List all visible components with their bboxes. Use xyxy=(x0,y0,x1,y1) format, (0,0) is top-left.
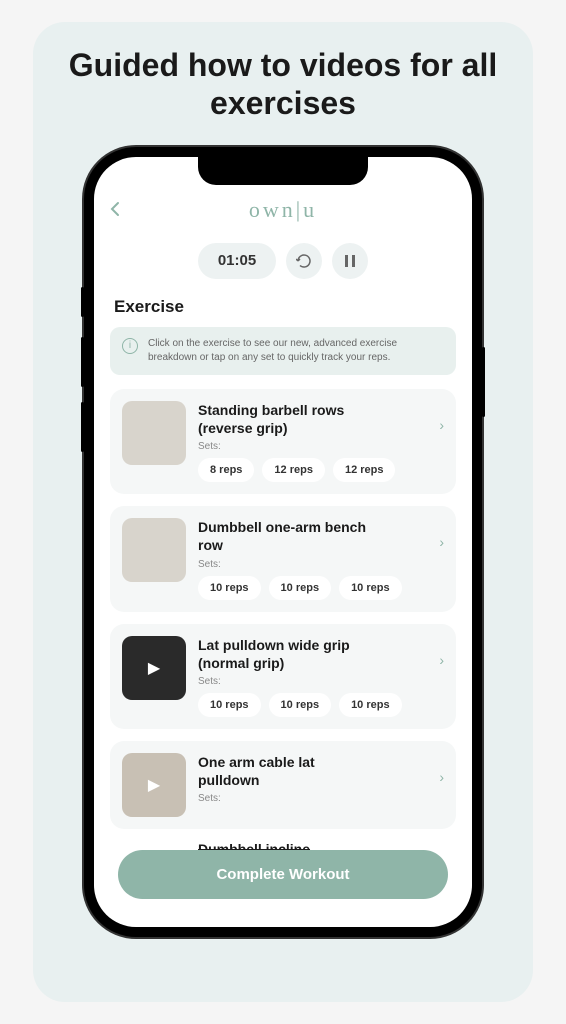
sets-label: Sets: xyxy=(198,441,444,452)
pause-button[interactable] xyxy=(332,243,368,279)
info-banner: i Click on the exercise to see our new, … xyxy=(110,327,456,375)
phone-notch xyxy=(198,157,368,185)
exercise-content: Lat pulldown wide grip (normal grip) Set… xyxy=(198,636,444,717)
exercise-list: Standing barbell rows (reverse grip) Set… xyxy=(94,389,472,857)
exercise-name: Dumbbell one-arm bench row xyxy=(198,518,378,554)
exercise-thumbnail: ▶ xyxy=(122,753,186,817)
chevron-right-icon: › xyxy=(439,417,444,433)
chevron-right-icon: › xyxy=(439,534,444,550)
rep-pill[interactable]: 12 reps xyxy=(333,458,396,482)
chevron-left-icon xyxy=(110,201,120,217)
restart-button[interactable] xyxy=(286,243,322,279)
phone-frame: own|u 01:05 Exercise i Click on the exer… xyxy=(84,147,482,937)
exercise-thumbnail: ▶ xyxy=(122,636,186,700)
timer-controls: 01:05 xyxy=(94,235,472,297)
phone-volume-up xyxy=(81,337,84,387)
restart-icon xyxy=(296,253,312,269)
exercise-name: One arm cable lat pulldown xyxy=(198,753,378,789)
rep-pill[interactable]: 10 reps xyxy=(269,576,332,600)
reps-row: 10 reps 10 reps 10 reps xyxy=(198,693,444,717)
info-icon: i xyxy=(122,338,138,354)
pause-icon xyxy=(344,254,356,268)
sets-label: Sets: xyxy=(198,793,444,804)
chevron-right-icon: › xyxy=(439,652,444,668)
complete-workout-button[interactable]: Complete Workout xyxy=(118,850,448,899)
exercise-thumbnail xyxy=(122,518,186,582)
timer-display: 01:05 xyxy=(198,243,276,279)
reps-row: 10 reps 10 reps 10 reps xyxy=(198,576,444,600)
chevron-right-icon: › xyxy=(439,769,444,785)
promo-title: Guided how to videos for all exercises xyxy=(53,46,513,123)
play-icon: ▶ xyxy=(148,658,160,678)
exercise-card[interactable]: ▶ Lat pulldown wide grip (normal grip) S… xyxy=(110,624,456,729)
rep-pill[interactable]: 10 reps xyxy=(198,576,261,600)
reps-row: 8 reps 12 reps 12 reps xyxy=(198,458,444,482)
phone-power-button xyxy=(482,347,485,417)
play-icon: ▶ xyxy=(148,775,160,795)
rep-pill[interactable]: 8 reps xyxy=(198,458,254,482)
exercise-content: Standing barbell rows (reverse grip) Set… xyxy=(198,401,444,482)
exercise-card[interactable]: ▶ One arm cable lat pulldown Sets: › xyxy=(110,741,456,829)
section-title: Exercise xyxy=(94,297,472,327)
exercise-content: Dumbbell one-arm bench row Sets: 10 reps… xyxy=(198,518,444,599)
exercise-thumbnail xyxy=(122,401,186,465)
app-logo: own|u xyxy=(249,197,317,223)
exercise-card[interactable]: Dumbbell one-arm bench row Sets: 10 reps… xyxy=(110,506,456,611)
sets-label: Sets: xyxy=(198,676,444,687)
exercise-name: Lat pulldown wide grip (normal grip) xyxy=(198,636,378,672)
rep-pill[interactable]: 10 reps xyxy=(339,693,402,717)
rep-pill[interactable]: 10 reps xyxy=(269,693,332,717)
phone-volume-down xyxy=(81,402,84,452)
exercise-name: Standing barbell rows (reverse grip) xyxy=(198,401,378,437)
rep-pill[interactable]: 10 reps xyxy=(339,576,402,600)
rep-pill[interactable]: 10 reps xyxy=(198,693,261,717)
phone-mute-switch xyxy=(81,287,84,317)
sets-label: Sets: xyxy=(198,559,444,570)
info-text: Click on the exercise to see our new, ad… xyxy=(148,337,444,365)
app-store-card: Guided how to videos for all exercises o… xyxy=(33,22,533,1002)
phone-screen: own|u 01:05 Exercise i Click on the exer… xyxy=(94,157,472,927)
back-button[interactable] xyxy=(110,201,120,222)
rep-pill[interactable]: 12 reps xyxy=(262,458,325,482)
exercise-card[interactable]: Standing barbell rows (reverse grip) Set… xyxy=(110,389,456,494)
exercise-content: One arm cable lat pulldown Sets: xyxy=(198,753,444,817)
